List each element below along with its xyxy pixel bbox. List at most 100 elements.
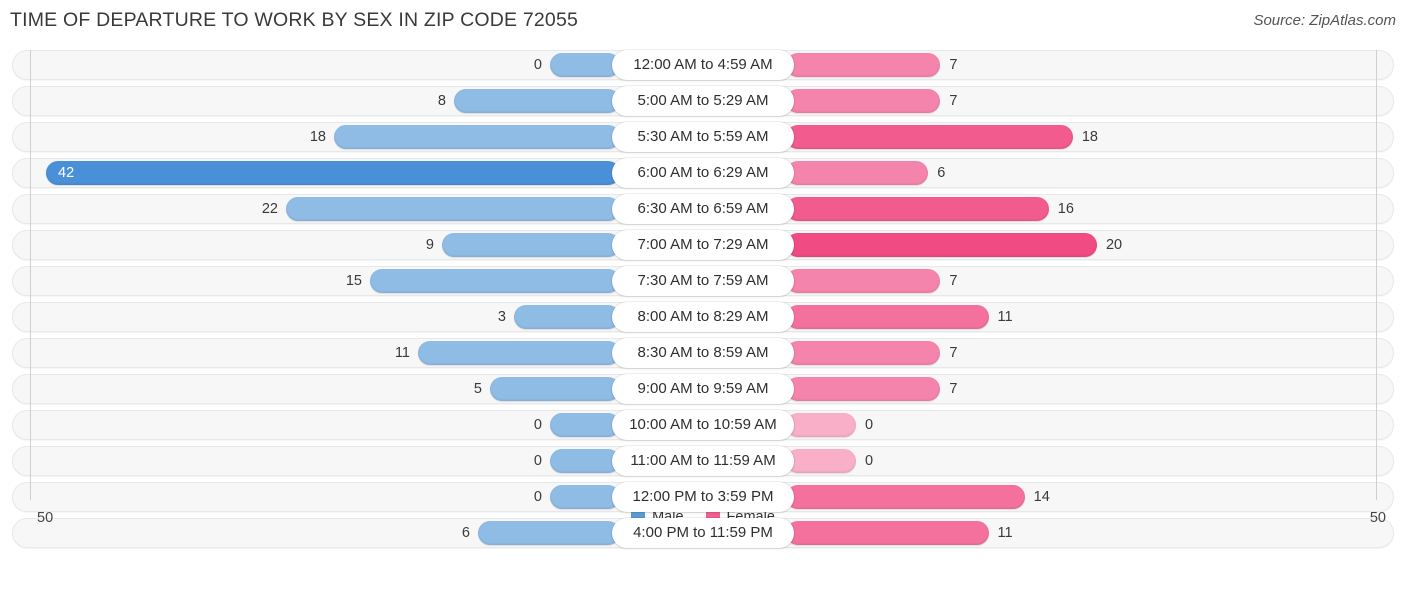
bar-value-female: 7	[949, 381, 958, 397]
row-bars: 18 18 5:30 AM to 5:59 AM	[0, 122, 1406, 152]
bar-female[interactable]	[786, 269, 941, 293]
bar-male[interactable]	[490, 377, 620, 401]
chart-row: 0 14 12:00 PM to 3:59 PM	[0, 482, 1406, 512]
bar-value-male: 0	[533, 57, 542, 73]
bar-value-female: 20	[1105, 237, 1123, 253]
bar-value-male: 0	[533, 489, 542, 505]
bar-female[interactable]	[786, 413, 856, 437]
page-title: TIME OF DEPARTURE TO WORK BY SEX IN ZIP …	[10, 9, 579, 31]
bar-value-male: 6	[461, 525, 470, 541]
row-bars: 22 16 6:30 AM to 6:59 AM	[0, 194, 1406, 224]
chart-row: 5 7 9:00 AM to 9:59 AM	[0, 374, 1406, 404]
bar-male[interactable]	[514, 305, 620, 329]
bar-male[interactable]	[418, 341, 620, 365]
category-label: 5:30 AM to 5:59 AM	[612, 122, 794, 152]
bar-male[interactable]	[478, 521, 620, 545]
axis-line-right	[1376, 50, 1377, 500]
category-label: 6:30 AM to 6:59 AM	[612, 194, 794, 224]
source-attribution: Source: ZipAtlas.com	[1253, 12, 1396, 29]
bar-male[interactable]	[550, 413, 620, 437]
bar-female[interactable]	[786, 197, 1049, 221]
chart-row: 18 18 5:30 AM to 5:59 AM	[0, 122, 1406, 152]
bar-value-female: 7	[949, 57, 958, 73]
row-bars: 0 0 10:00 AM to 10:59 AM	[0, 410, 1406, 440]
bar-male[interactable]	[334, 125, 620, 149]
bar-value-male: 42	[58, 165, 75, 181]
category-label: 8:30 AM to 8:59 AM	[612, 338, 794, 368]
row-bars: 5 7 9:00 AM to 9:59 AM	[0, 374, 1406, 404]
bar-value-male: 11	[394, 345, 410, 361]
bar-female[interactable]	[786, 53, 941, 77]
row-bars: 0 14 12:00 PM to 3:59 PM	[0, 482, 1406, 512]
bar-rows-container: 0 7 12:00 AM to 4:59 AM 8 7 5:00 AM to 5:29 A…	[0, 50, 1406, 554]
bar-value-female: 0	[865, 453, 874, 469]
category-label: 5:00 AM to 5:29 AM	[612, 86, 794, 116]
bar-female[interactable]	[786, 377, 941, 401]
bar-value-female: 11	[997, 309, 1013, 325]
bar-value-male: 0	[533, 417, 542, 433]
chart-row: 15 7 7:30 AM to 7:59 AM	[0, 266, 1406, 296]
bar-female[interactable]	[786, 341, 941, 365]
bar-value-male: 9	[425, 237, 434, 253]
category-label: 7:30 AM to 7:59 AM	[612, 266, 794, 296]
bar-male[interactable]	[550, 449, 620, 473]
row-bars: 6 11 4:00 PM to 11:59 PM	[0, 518, 1406, 548]
category-label: 6:00 AM to 6:29 AM	[612, 158, 794, 188]
row-bars: 15 7 7:30 AM to 7:59 AM	[0, 266, 1406, 296]
chart-row: 8 7 5:00 AM to 5:29 AM	[0, 86, 1406, 116]
bar-male[interactable]	[286, 197, 620, 221]
bar-value-female: 18	[1081, 129, 1098, 145]
row-bars: 3 11 8:00 AM to 8:29 AM	[0, 302, 1406, 332]
bar-female[interactable]	[786, 305, 989, 329]
bar-male[interactable]	[454, 89, 620, 113]
row-bars: 11 7 8:30 AM to 8:59 AM	[0, 338, 1406, 368]
chart-row: 42 6 6:00 AM to 6:29 AM	[0, 158, 1406, 188]
chart-plot-area: 0 7 12:00 AM to 4:59 AM 8 7 5:00 AM to 5:29 A…	[0, 44, 1406, 548]
bar-value-male: 8	[437, 93, 446, 109]
chart-row: 22 16 6:30 AM to 6:59 AM	[0, 194, 1406, 224]
bar-value-female: 16	[1057, 201, 1074, 217]
bar-female[interactable]	[786, 449, 856, 473]
bar-female[interactable]	[786, 521, 989, 545]
category-label: 12:00 PM to 3:59 PM	[612, 482, 794, 512]
bar-female[interactable]	[786, 161, 929, 185]
bar-male[interactable]	[46, 161, 620, 185]
axis-line-left	[30, 50, 31, 500]
bar-value-male: 0	[533, 453, 542, 469]
category-label: 12:00 AM to 4:59 AM	[612, 50, 794, 80]
chart-row: 0 0 11:00 AM to 11:59 AM	[0, 446, 1406, 476]
chart-row: 0 0 10:00 AM to 10:59 AM	[0, 410, 1406, 440]
bar-value-female: 6	[937, 165, 946, 181]
bar-male[interactable]	[550, 53, 620, 77]
chart-row: 3 11 8:00 AM to 8:29 AM	[0, 302, 1406, 332]
category-label: 11:00 AM to 11:59 AM	[612, 446, 794, 476]
chart-row: 6 11 4:00 PM to 11:59 PM	[0, 518, 1406, 548]
row-bars: 9 20 7:00 AM to 7:29 AM	[0, 230, 1406, 260]
chart-header: TIME OF DEPARTURE TO WORK BY SEX IN ZIP …	[0, 0, 1406, 44]
category-label: 10:00 AM to 10:59 AM	[612, 410, 794, 440]
bar-male[interactable]	[370, 269, 620, 293]
bar-value-male: 18	[309, 129, 326, 145]
row-bars: 0 0 11:00 AM to 11:59 AM	[0, 446, 1406, 476]
category-label: 4:00 PM to 11:59 PM	[612, 518, 794, 548]
bar-male[interactable]	[550, 485, 620, 509]
bar-value-female: 0	[865, 417, 874, 433]
bar-female[interactable]	[786, 233, 1097, 257]
category-label: 7:00 AM to 7:29 AM	[612, 230, 794, 260]
bar-value-male: 22	[261, 201, 278, 217]
bar-value-female: 7	[949, 345, 958, 361]
row-bars: 0 7 12:00 AM to 4:59 AM	[0, 50, 1406, 80]
chart-row: 11 7 8:30 AM to 8:59 AM	[0, 338, 1406, 368]
chart-row: 9 20 7:00 AM to 7:29 AM	[0, 230, 1406, 260]
bar-female[interactable]	[786, 125, 1073, 149]
bar-female[interactable]	[786, 485, 1025, 509]
bar-male[interactable]	[442, 233, 620, 257]
bar-value-female: 7	[949, 93, 958, 109]
row-bars: 42 6 6:00 AM to 6:29 AM	[0, 158, 1406, 188]
category-label: 8:00 AM to 8:29 AM	[612, 302, 794, 332]
bar-value-male: 3	[497, 309, 506, 325]
bar-value-male: 15	[345, 273, 362, 289]
bar-female[interactable]	[786, 89, 941, 113]
chart-row: 0 7 12:00 AM to 4:59 AM	[0, 50, 1406, 80]
row-bars: 8 7 5:00 AM to 5:29 AM	[0, 86, 1406, 116]
